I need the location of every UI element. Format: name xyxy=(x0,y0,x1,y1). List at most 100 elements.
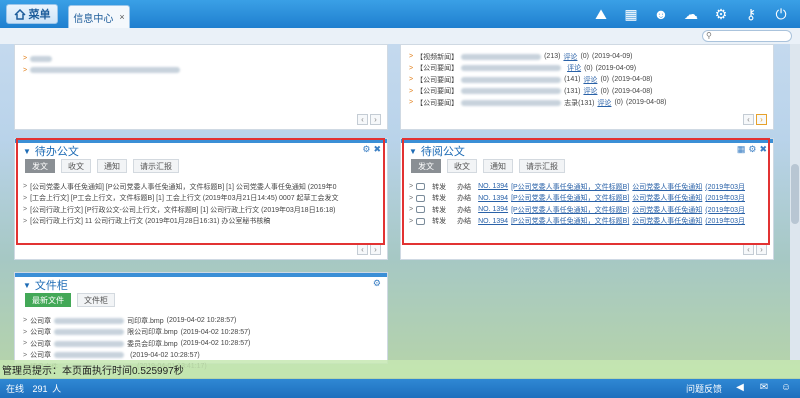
news-date: (2019-04-08) xyxy=(612,87,653,95)
panel-accent-bar xyxy=(15,273,387,277)
panel-title-text: 文件柜 xyxy=(34,280,68,292)
users-icon[interactable]: ☺ xyxy=(780,383,792,393)
comment-count: (0) xyxy=(600,87,609,95)
status-bar: 在线 291 人 问题反馈 ◀ ✉ ☺ xyxy=(0,379,800,398)
comment-link[interactable]: 评论 xyxy=(567,63,581,73)
volume-icon[interactable]: ◀ xyxy=(734,383,746,393)
top-bar: 菜单 信息中心 × ⛰ ▦ ☻ ☁ ⚙ ⚷ ⏻ xyxy=(0,0,800,28)
arrow-icon: > xyxy=(23,351,28,359)
list-item[interactable]: > 【公司要闻】 评论 (0) (2019-04-09) xyxy=(409,63,765,75)
file-name: 委员会印章.bmp xyxy=(127,340,178,348)
list-item[interactable]: > 【公司要闻】 (131) 评论 (0) (2019-04-08) xyxy=(409,86,765,98)
blurred-text xyxy=(30,55,53,62)
blurred-text xyxy=(461,65,562,72)
arrow-icon: > xyxy=(409,76,414,84)
news-date: (2019-04-08) xyxy=(612,76,653,84)
pager: ‹ › xyxy=(743,244,767,255)
list-item[interactable]: > 公司章 委员会印章.bmp (2019-04-02 10:28:57) xyxy=(23,338,379,350)
tab-info-center[interactable]: 信息中心 × xyxy=(68,5,130,28)
file-name: 司印章.bmp xyxy=(127,317,164,325)
user-icon[interactable]: ☻ xyxy=(652,5,670,23)
comment-link[interactable]: 评论 xyxy=(583,86,597,96)
tab-label: 信息中心 xyxy=(73,13,114,25)
file-date: (2019-04-02 10:28:57) xyxy=(180,340,251,348)
blurred-text xyxy=(30,67,181,74)
comment-count: (0) xyxy=(614,99,623,107)
prev-page-button[interactable]: ‹ xyxy=(357,244,368,255)
news-category: 【视频新闻】 xyxy=(416,53,459,61)
arrow-icon: > xyxy=(23,340,28,348)
comment-link[interactable]: 评论 xyxy=(583,75,597,85)
tab-file-cabinet[interactable]: 文件柜 xyxy=(77,293,115,307)
news-count: (213) xyxy=(544,53,561,61)
gear-icon[interactable]: ⚙ xyxy=(373,278,381,289)
news-count: 志录(131) xyxy=(564,99,595,107)
file-category: 公司章 xyxy=(30,352,52,360)
panel-tools: ⚙ xyxy=(373,278,381,289)
file-name: 限公司印章.bmp xyxy=(127,329,178,337)
arrow-icon: > xyxy=(409,99,414,107)
next-page-button[interactable]: › xyxy=(370,244,381,255)
list-item[interactable]: > 【公司要闻】 (141) 评论 (0) (2019-04-08) xyxy=(409,74,765,86)
grid-add-icon[interactable]: ▦ xyxy=(622,5,640,23)
tab-latest-files[interactable]: 最新文件 xyxy=(25,293,71,307)
red-highlight-box xyxy=(16,138,385,245)
prev-page-button[interactable]: ‹ xyxy=(743,114,754,125)
blurred-text xyxy=(461,76,562,83)
search-input[interactable]: ⚲ xyxy=(702,30,792,42)
blurred-text xyxy=(54,352,125,359)
panel-title: ▼ 文件柜 xyxy=(23,277,68,293)
close-icon[interactable]: × xyxy=(119,12,124,22)
top-toolbar: ⛰ ▦ ☻ ☁ ⚙ ⚷ ⏻ xyxy=(592,5,790,23)
list-item[interactable]: > 【公司要闻】 志录(131) 评论 (0) (2019-04-08) xyxy=(409,97,765,109)
admin-tip: 管理员提示：本页面执行时间0.525997秒 xyxy=(0,360,800,378)
next-page-button[interactable]: › xyxy=(756,244,767,255)
next-page-button[interactable]: › xyxy=(370,114,381,125)
news-category: 【公司要闻】 xyxy=(416,88,459,96)
news-category: 【公司要闻】 xyxy=(416,99,459,107)
key-icon[interactable]: ⚷ xyxy=(742,5,760,23)
news-count: (141) xyxy=(564,76,581,84)
feedback-link[interactable]: 问题反馈 xyxy=(686,382,722,395)
list-item[interactable]: > 【视频新闻】 (213) 评论 (0) (2019-04-09) xyxy=(409,51,765,63)
file-date: (2019-04-02 10:28:57) xyxy=(166,317,237,325)
online-unit: 人 xyxy=(52,384,62,394)
mail-icon[interactable]: ✉ xyxy=(758,383,770,393)
scrollbar-thumb[interactable] xyxy=(791,164,799,224)
pager: ‹ › xyxy=(357,114,381,125)
list-item[interactable]: > xyxy=(23,65,379,77)
cloud-question-icon[interactable]: ☁ xyxy=(682,5,700,23)
panel-top-left: > > ‹ › xyxy=(14,44,388,130)
comment-count: (0) xyxy=(580,53,589,61)
arrow-icon: > xyxy=(409,53,414,61)
file-date: (2019-04-02 10:28:57) xyxy=(180,328,251,336)
prev-page-button[interactable]: ‹ xyxy=(743,244,754,255)
news-category: 【公司要闻】 xyxy=(416,65,459,73)
cloud-upload-icon[interactable]: ⛰ xyxy=(592,5,610,23)
panel-file-cabinet: ▼ 文件柜 ⚙ 最新文件 文件柜 > 公司章 司印章.bmp (2019-04-02 1… xyxy=(14,272,388,371)
home-icon xyxy=(13,8,26,20)
list-item[interactable]: > xyxy=(23,53,379,65)
arrow-icon: > xyxy=(23,66,28,74)
comment-link[interactable]: 评论 xyxy=(597,98,611,108)
power-icon[interactable]: ⏻ xyxy=(772,5,790,23)
pager: ‹ › xyxy=(743,114,767,125)
comment-link[interactable]: 评论 xyxy=(563,52,577,62)
prev-page-button[interactable]: ‹ xyxy=(357,114,368,125)
news-category: 【公司要闻】 xyxy=(416,76,459,84)
comment-count: (0) xyxy=(600,76,609,84)
gear-icon[interactable]: ⚙ xyxy=(712,5,730,23)
list-item[interactable]: > 公司章 司印章.bmp (2019-04-02 10:28:57) xyxy=(23,315,379,327)
comment-count: (0) xyxy=(584,64,593,72)
scrollbar[interactable] xyxy=(790,44,800,360)
arrow-icon: > xyxy=(23,317,28,325)
menu-button[interactable]: 菜单 xyxy=(6,4,58,24)
arrow-icon: > xyxy=(23,328,28,336)
search-bar: ⚲ xyxy=(0,28,800,44)
collapse-icon[interactable]: ▼ xyxy=(23,281,31,290)
list-item[interactable]: > 公司章 限公司印章.bmp (2019-04-02 10:28:57) xyxy=(23,327,379,339)
blurred-text xyxy=(461,53,542,60)
online-count: 291 xyxy=(32,384,48,394)
tip-text: 管理员提示：本页面执行时间0.525997秒 xyxy=(2,365,184,377)
next-page-button[interactable]: › xyxy=(756,114,767,125)
